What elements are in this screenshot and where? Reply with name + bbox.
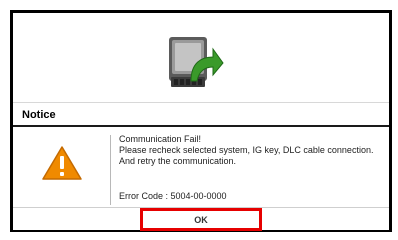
- message-line: Communication Fail!: [119, 134, 202, 144]
- message-divider: [110, 135, 111, 205]
- app-window: Notice Communication Fail! Please rechec…: [10, 10, 392, 232]
- dialog-title: Notice: [22, 109, 56, 121]
- ecu-module-icon: [169, 37, 224, 87]
- error-message: Communication Fail! Please recheck selec…: [119, 134, 381, 167]
- message-line: Please recheck selected system, IG key, …: [119, 145, 374, 155]
- message-line: And retry the communication.: [119, 156, 237, 166]
- title-divider: [13, 125, 389, 127]
- warning-icon: [42, 146, 82, 180]
- notice-dialog: Notice Communication Fail! Please rechec…: [13, 102, 389, 231]
- ok-button[interactable]: OK: [140, 208, 262, 231]
- error-code: Error Code : 5004-00-0000: [119, 191, 227, 201]
- graphic-area: [13, 13, 389, 101]
